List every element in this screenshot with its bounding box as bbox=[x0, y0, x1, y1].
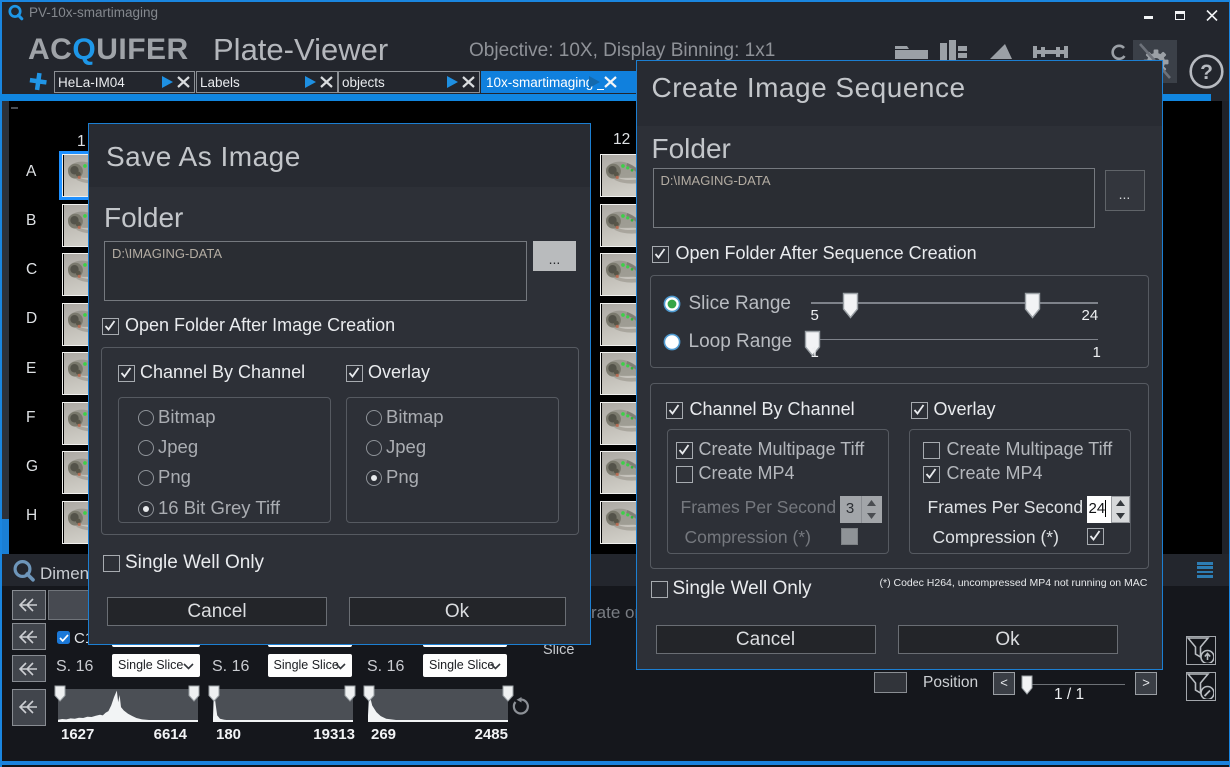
svg-text:?: ? bbox=[1200, 61, 1213, 84]
